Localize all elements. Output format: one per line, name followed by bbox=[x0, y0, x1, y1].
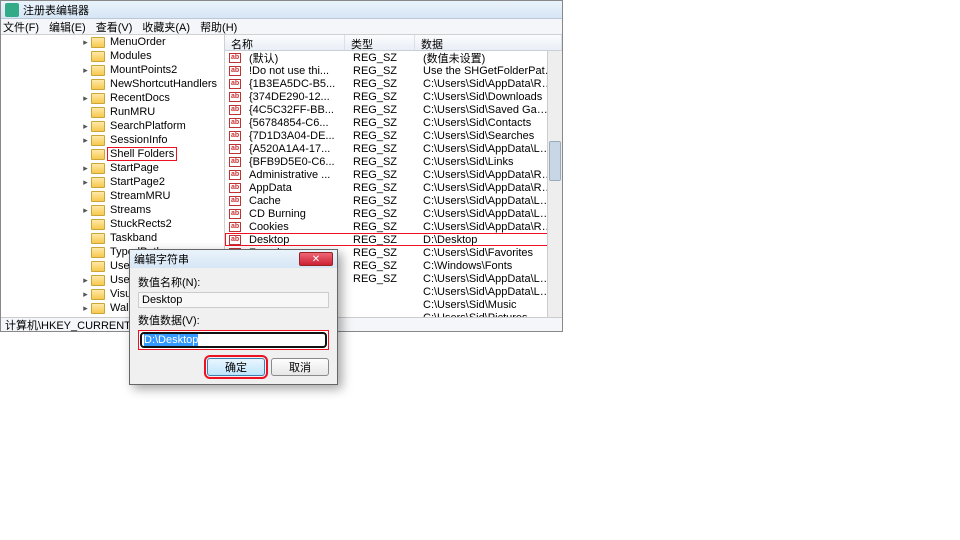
tree-item[interactable]: NewShortcutHandlers bbox=[1, 77, 224, 91]
col-name[interactable]: 名称 bbox=[225, 35, 345, 50]
titlebar: 注册表编辑器 bbox=[1, 1, 562, 19]
tree-item[interactable]: ▸StartPage bbox=[1, 161, 224, 175]
folder-icon bbox=[91, 303, 105, 314]
folder-icon bbox=[91, 261, 105, 272]
list-row[interactable]: abAppDataREG_SZC:\Users\Sid\AppData\Roam… bbox=[225, 181, 562, 194]
list-row[interactable]: abCookiesREG_SZC:\Users\Sid\AppData\Roam… bbox=[225, 220, 562, 233]
ok-button[interactable]: 确定 bbox=[207, 358, 265, 376]
tree-item[interactable]: ▸SearchPlatform bbox=[1, 119, 224, 133]
string-icon: ab bbox=[229, 92, 241, 102]
list-row[interactable]: ab{56784854-C6...REG_SZC:\Users\Sid\Cont… bbox=[225, 116, 562, 129]
folder-icon bbox=[91, 121, 105, 132]
string-icon: ab bbox=[229, 170, 241, 180]
col-type[interactable]: 类型 bbox=[345, 35, 415, 50]
tree-item[interactable]: ▸SessionInfo bbox=[1, 133, 224, 147]
list-row[interactable]: ab(默认)REG_SZ(数值未设置) bbox=[225, 51, 562, 64]
tree-item[interactable]: Shell Folders bbox=[1, 147, 224, 161]
folder-icon bbox=[91, 51, 105, 62]
folder-icon bbox=[91, 93, 105, 104]
col-data[interactable]: 数据 bbox=[415, 35, 562, 50]
list-row[interactable]: abCacheREG_SZC:\Users\Sid\AppData\Local\… bbox=[225, 194, 562, 207]
tree-item[interactable]: Modules bbox=[1, 49, 224, 63]
tree-item[interactable]: RunMRU bbox=[1, 105, 224, 119]
dialog-titlebar: 编辑字符串 ✕ bbox=[130, 250, 337, 268]
string-icon: ab bbox=[229, 222, 241, 232]
string-icon: ab bbox=[229, 144, 241, 154]
folder-icon bbox=[91, 65, 105, 76]
list-row[interactable]: ab{7D1D3A04-DE...REG_SZC:\Users\Sid\Sear… bbox=[225, 129, 562, 142]
folder-icon bbox=[91, 191, 105, 202]
regedit-window: 注册表编辑器 文件(F) 编辑(E) 查看(V) 收藏夹(A) 帮助(H) ▸M… bbox=[0, 0, 563, 332]
name-label: 数值名称(N): bbox=[138, 274, 329, 290]
app-icon bbox=[5, 3, 19, 17]
edit-string-dialog: 编辑字符串 ✕ 数值名称(N): Desktop 数值数据(V): 确定 取消 bbox=[129, 249, 338, 385]
list-row[interactable]: abAdministrative ...REG_SZC:\Users\Sid\A… bbox=[225, 168, 562, 181]
menu-help[interactable]: 帮助(H) bbox=[200, 19, 237, 35]
window-title: 注册表编辑器 bbox=[23, 2, 89, 18]
list-row[interactable]: ab{BFB9D5E0-C6...REG_SZC:\Users\Sid\Link… bbox=[225, 155, 562, 168]
menu-file[interactable]: 文件(F) bbox=[3, 19, 39, 35]
tree-item[interactable]: ▸Streams bbox=[1, 203, 224, 217]
string-icon: ab bbox=[229, 235, 241, 245]
string-icon: ab bbox=[229, 157, 241, 167]
folder-icon bbox=[91, 219, 105, 230]
folder-icon bbox=[91, 275, 105, 286]
menubar: 文件(F) 编辑(E) 查看(V) 收藏夹(A) 帮助(H) bbox=[1, 19, 562, 35]
dialog-title: 编辑字符串 bbox=[134, 251, 189, 267]
list-row[interactable]: abCD BurningREG_SZC:\Users\Sid\AppData\L… bbox=[225, 207, 562, 220]
string-icon: ab bbox=[229, 66, 241, 76]
folder-icon bbox=[91, 247, 105, 258]
string-icon: ab bbox=[229, 209, 241, 219]
data-field-highlight bbox=[138, 330, 329, 350]
name-field: Desktop bbox=[138, 292, 329, 308]
tree-item[interactable]: ▸MenuOrder bbox=[1, 35, 224, 49]
data-label: 数值数据(V): bbox=[138, 312, 329, 328]
menu-fav[interactable]: 收藏夹(A) bbox=[142, 19, 190, 35]
folder-icon bbox=[91, 289, 105, 300]
folder-icon bbox=[91, 317, 105, 318]
list-row[interactable]: abDesktopREG_SZD:\Desktop bbox=[225, 233, 562, 246]
list-row[interactable]: ab{4C5C32FF-BB...REG_SZC:\Users\Sid\Save… bbox=[225, 103, 562, 116]
tree-item[interactable]: ▸RecentDocs bbox=[1, 91, 224, 105]
folder-icon bbox=[91, 149, 105, 160]
tree-item[interactable]: ▸MountPoints2 bbox=[1, 63, 224, 77]
list-row[interactable]: ab!Do not use thi...REG_SZUse the SHGetF… bbox=[225, 64, 562, 77]
tree-item[interactable]: StuckRects2 bbox=[1, 217, 224, 231]
tree-item[interactable]: Taskband bbox=[1, 231, 224, 245]
data-field[interactable] bbox=[140, 332, 327, 348]
list-row[interactable]: ab{1B3EA5DC-B5...REG_SZC:\Users\Sid\AppD… bbox=[225, 77, 562, 90]
menu-view[interactable]: 查看(V) bbox=[96, 19, 133, 35]
folder-icon bbox=[91, 163, 105, 174]
folder-icon bbox=[91, 37, 105, 48]
close-icon[interactable]: ✕ bbox=[299, 252, 333, 266]
list-row[interactable]: ab{A520A1A4-17...REG_SZC:\Users\Sid\AppD… bbox=[225, 142, 562, 155]
folder-icon bbox=[91, 177, 105, 188]
folder-icon bbox=[91, 205, 105, 216]
folder-icon bbox=[91, 107, 105, 118]
string-icon: ab bbox=[229, 53, 241, 63]
menu-edit[interactable]: 编辑(E) bbox=[49, 19, 86, 35]
tree-item[interactable]: ▸StartPage2 bbox=[1, 175, 224, 189]
string-icon: ab bbox=[229, 183, 241, 193]
string-icon: ab bbox=[229, 79, 241, 89]
string-icon: ab bbox=[229, 118, 241, 128]
list-header: 名称 类型 数据 bbox=[225, 35, 562, 51]
list-row[interactable]: ab{374DE290-12...REG_SZC:\Users\Sid\Down… bbox=[225, 90, 562, 103]
string-icon: ab bbox=[229, 196, 241, 206]
tree-item[interactable]: StreamMRU bbox=[1, 189, 224, 203]
vertical-scrollbar[interactable] bbox=[547, 51, 562, 317]
folder-icon bbox=[91, 135, 105, 146]
folder-icon bbox=[91, 79, 105, 90]
folder-icon bbox=[91, 233, 105, 244]
string-icon: ab bbox=[229, 105, 241, 115]
string-icon: ab bbox=[229, 131, 241, 141]
scroll-thumb[interactable] bbox=[549, 141, 561, 181]
cancel-button[interactable]: 取消 bbox=[271, 358, 329, 376]
